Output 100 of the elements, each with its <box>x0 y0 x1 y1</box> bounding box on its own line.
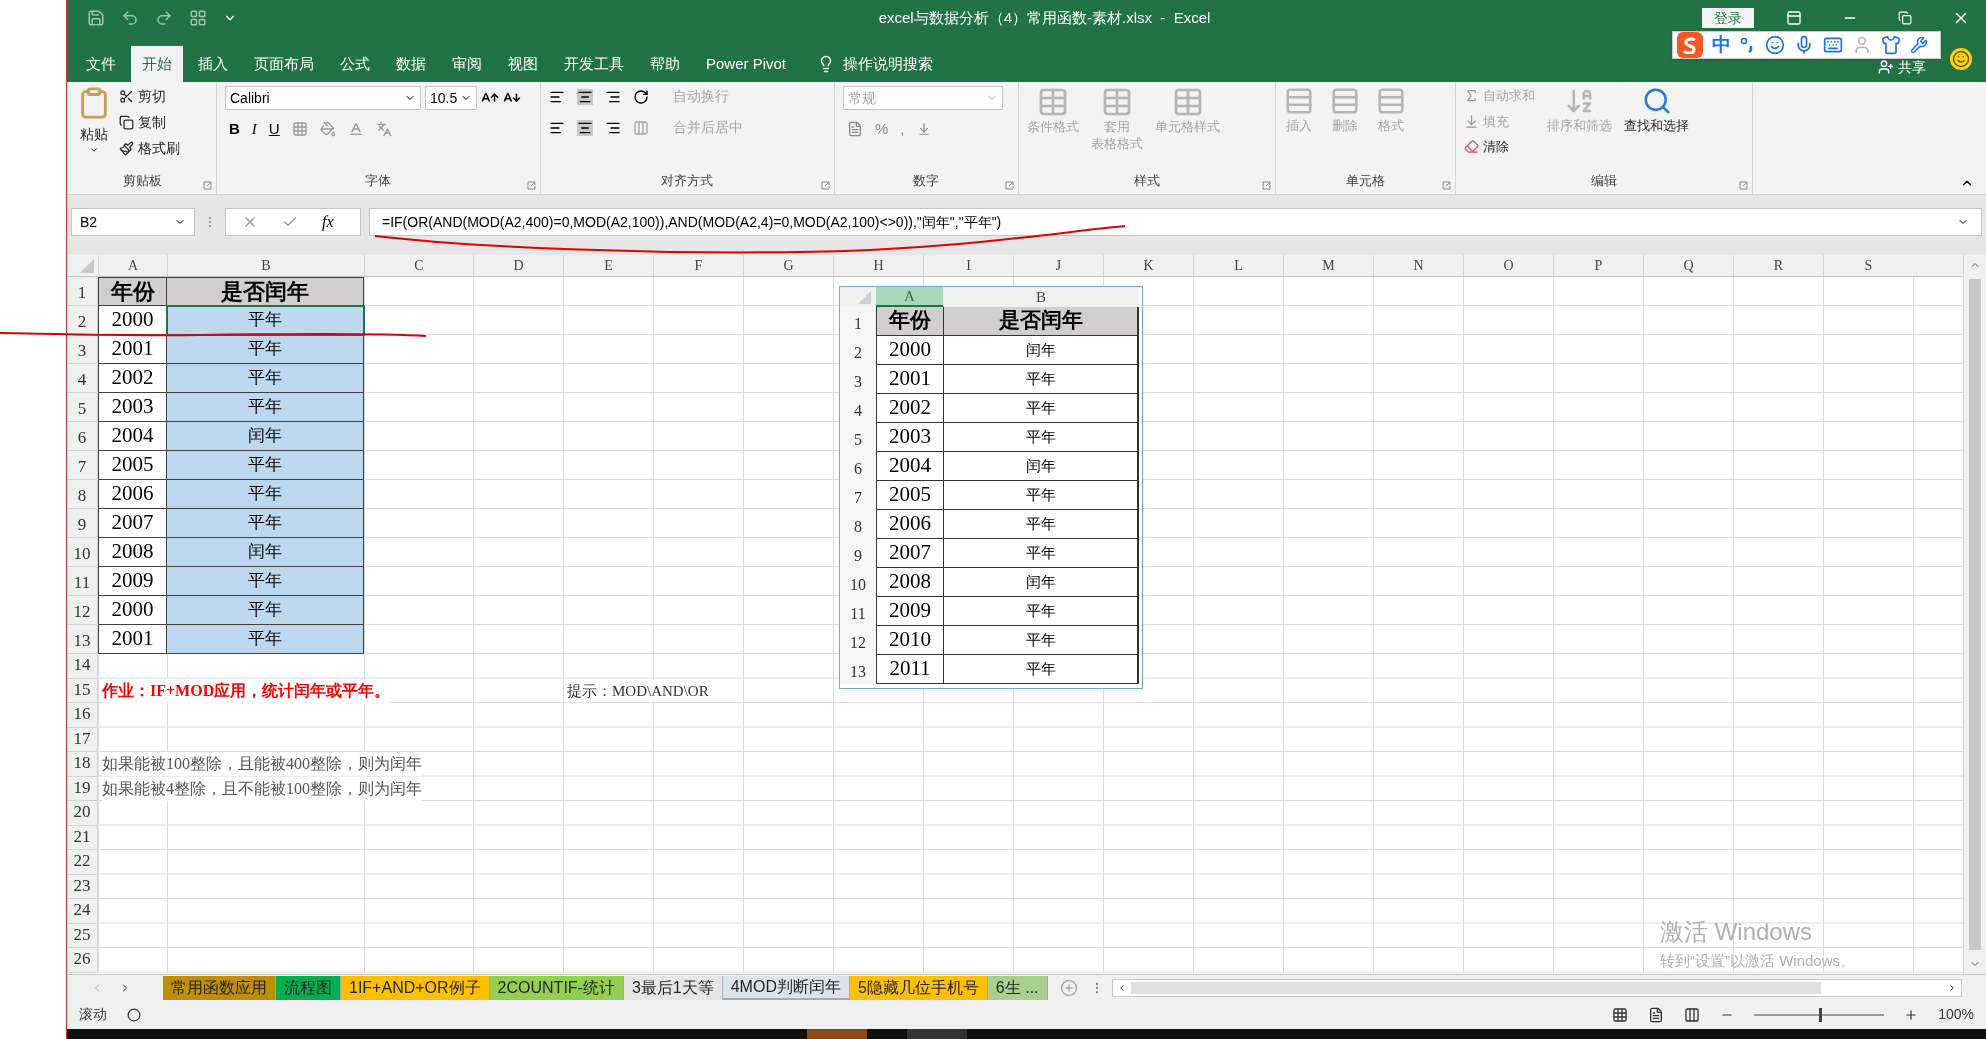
row-number[interactable]: 20 <box>67 801 98 826</box>
ribbon-tab[interactable]: 数据 <box>385 46 437 82</box>
touch-mode-icon[interactable] <box>189 9 207 27</box>
add-sheet-icon[interactable] <box>1059 978 1078 997</box>
normal-view-icon[interactable] <box>1612 1006 1629 1023</box>
table-cell[interactable]: 年份 <box>98 277 167 306</box>
ribbon-tab[interactable]: 审阅 <box>441 46 493 82</box>
sheet-tab[interactable]: 1IF+AND+OR例子 <box>341 975 490 1000</box>
column-header[interactable]: F <box>694 255 703 276</box>
save-icon[interactable] <box>87 9 105 27</box>
tell-me-search[interactable]: 操作说明搜索 <box>843 52 934 76</box>
row-number[interactable]: 3 <box>67 335 98 364</box>
scissors-icon[interactable] <box>119 89 134 104</box>
table-cell[interactable]: 平年 <box>167 596 364 625</box>
undo-icon[interactable] <box>121 9 139 27</box>
row-number[interactable]: 2 <box>67 306 98 335</box>
macro-record-icon[interactable] <box>127 1007 141 1022</box>
sheet-tab[interactable]: 2COUNTIF-统计 <box>489 975 624 1000</box>
dialog-launcher-icon[interactable] <box>821 181 830 190</box>
font-size-field[interactable]: 10.5 <box>425 86 477 110</box>
table-style-icon[interactable] <box>1037 86 1069 118</box>
table-cell[interactable]: 平年 <box>167 364 364 393</box>
cells-icon[interactable] <box>1376 86 1406 116</box>
scroll-right-icon[interactable] <box>1947 982 1957 993</box>
sigma-icon[interactable] <box>1464 88 1479 104</box>
restore-icon[interactable] <box>1898 11 1912 25</box>
ribbon-tab[interactable]: 文件 <box>75 46 127 82</box>
table-cell[interactable]: 2008 <box>98 538 167 567</box>
sheet-tab[interactable]: 流程图 <box>276 975 341 1000</box>
keyboard-icon[interactable] <box>1823 35 1843 55</box>
dialog-launcher-icon[interactable] <box>1005 181 1014 190</box>
font-style-button[interactable]: U <box>268 118 280 141</box>
paintbrush-icon[interactable] <box>119 141 134 156</box>
table-cell[interactable]: 闰年 <box>167 538 364 567</box>
ribbon-tab[interactable]: 开始 <box>131 46 183 82</box>
dialog-launcher-icon[interactable] <box>1442 181 1451 190</box>
font-style-button[interactable]: B <box>229 118 240 141</box>
table-cell[interactable]: 2007 <box>98 509 167 538</box>
scroll-thumb[interactable] <box>1969 279 1981 950</box>
share-button[interactable]: 共享 <box>1898 56 1926 78</box>
orientation-icon[interactable] <box>633 88 649 105</box>
align-middle-icon[interactable] <box>577 88 593 105</box>
row-number[interactable]: 8 <box>67 480 98 509</box>
column-header[interactable]: A <box>127 255 139 276</box>
paste-button[interactable]: 粘贴 <box>80 124 108 145</box>
name-box[interactable]: B2 <box>71 208 195 236</box>
table-cell[interactable]: 平年 <box>167 451 364 480</box>
column-header[interactable]: E <box>604 255 613 276</box>
ime-mode[interactable]: 中 <box>1712 30 1731 60</box>
column-header[interactable]: N <box>1413 255 1424 276</box>
ribbon-tab[interactable]: 开发工具 <box>553 46 635 82</box>
ribbon-tab[interactable]: 视图 <box>497 46 549 82</box>
table-cell[interactable]: 平年 <box>167 393 364 422</box>
column-header[interactable]: G <box>783 255 794 276</box>
column-header[interactable]: I <box>966 255 971 276</box>
row-number[interactable]: 6 <box>67 422 98 451</box>
formula-field[interactable]: =IF(OR(AND(MOD(A2,400)=0,MOD(A2,100)),AND(MOD(A2,4)=0,MOD(A2,100)<>0)),"闰年","平年") <box>369 208 1982 236</box>
font-style-button[interactable]: I <box>251 118 257 141</box>
table-cell[interactable]: 闰年 <box>167 422 364 451</box>
table-cell[interactable]: 2001 <box>98 335 167 364</box>
column-header[interactable]: Q <box>1683 255 1694 276</box>
zoom-in-icon[interactable] <box>1904 1007 1919 1022</box>
row-number[interactable]: 25 <box>67 923 98 948</box>
zoom-thumb[interactable] <box>1819 1007 1823 1022</box>
cells-icon[interactable] <box>1330 86 1360 116</box>
emoji-icon[interactable] <box>1765 35 1785 55</box>
share-icon[interactable] <box>1878 59 1894 75</box>
column-header[interactable]: K <box>1143 255 1154 276</box>
row-number[interactable]: 16 <box>67 703 98 728</box>
column-header[interactable]: M <box>1322 255 1335 276</box>
editing-button[interactable]: 清除 <box>1483 137 1509 157</box>
table-cell[interactable]: 2001 <box>98 625 167 654</box>
cells-icon[interactable] <box>1284 86 1314 116</box>
row-number[interactable]: 7 <box>67 451 98 480</box>
table-cell[interactable]: 2004 <box>98 422 167 451</box>
insert-function-button[interactable]: fx <box>322 210 334 234</box>
table-cell[interactable]: 2006 <box>98 480 167 509</box>
table-cell[interactable]: 平年 <box>167 625 364 654</box>
row-number[interactable]: 9 <box>67 509 98 538</box>
table-style-icon[interactable] <box>1101 86 1133 118</box>
row-number[interactable]: 21 <box>67 825 98 850</box>
table-cell[interactable]: 2000 <box>98 596 167 625</box>
clipboard-action[interactable]: 复制 <box>138 112 166 133</box>
row-number[interactable]: 10 <box>67 538 98 567</box>
dialog-launcher-icon[interactable] <box>527 181 536 190</box>
row-number[interactable]: 4 <box>67 364 98 393</box>
table-cell[interactable]: 2002 <box>98 364 167 393</box>
column-header[interactable]: S <box>1864 255 1873 276</box>
column-header[interactable]: C <box>414 255 424 276</box>
row-number[interactable]: 15 <box>67 678 98 703</box>
eraser-icon[interactable] <box>1464 139 1479 155</box>
row-number[interactable]: 26 <box>67 948 98 973</box>
border-icon[interactable] <box>291 121 308 138</box>
caret-icon[interactable] <box>89 145 99 155</box>
wrench-icon[interactable] <box>1910 36 1928 54</box>
zoom-slider[interactable] <box>1754 1007 1885 1022</box>
row-number[interactable]: 24 <box>67 899 98 924</box>
horizontal-scrollbar[interactable] <box>1111 978 1962 997</box>
table-cell[interactable]: 2009 <box>98 567 167 596</box>
row-number[interactable]: 11 <box>67 567 98 596</box>
